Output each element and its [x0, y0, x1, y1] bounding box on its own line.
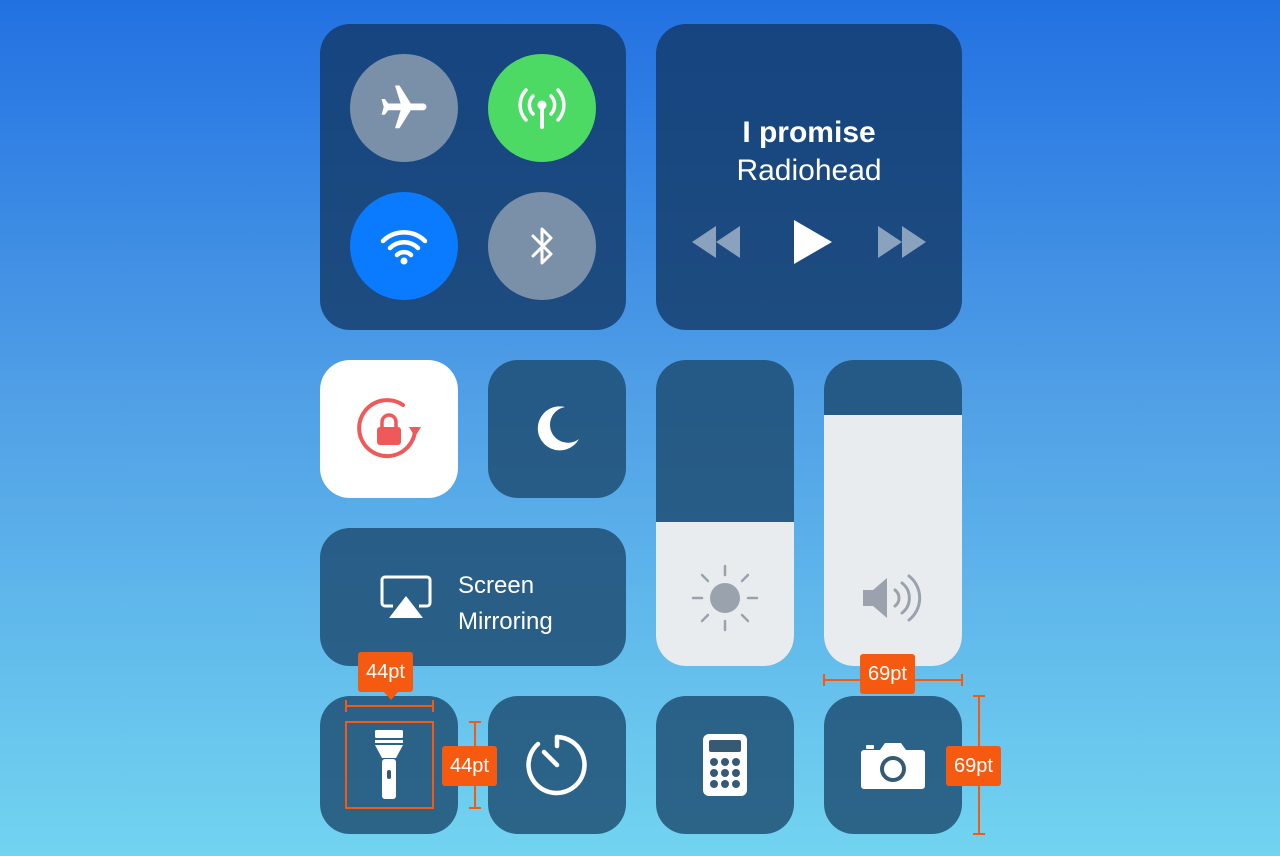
- screen-mirroring-label-line1: Screen: [458, 572, 535, 599]
- play-icon: [794, 220, 832, 264]
- bluetooth-toggle[interactable]: [488, 192, 596, 300]
- screen-mirroring-label-line2: Mirroring: [458, 608, 553, 635]
- volume-level-fill: [824, 415, 962, 666]
- bluetooth-icon: [531, 227, 553, 265]
- now-playing-module[interactable]: I promise Radiohead: [656, 24, 962, 330]
- play-button[interactable]: [784, 216, 840, 268]
- small-height-badge: 44pt: [442, 746, 497, 786]
- moon-icon: [537, 406, 579, 451]
- rewind-button[interactable]: [688, 220, 744, 264]
- song-title: I promise: [742, 116, 876, 149]
- rewind-icon: [692, 226, 740, 258]
- timer-button[interactable]: [488, 696, 626, 834]
- cellular-antenna-icon: [518, 88, 566, 129]
- wifi-icon: [380, 230, 428, 265]
- volume-slider[interactable]: [824, 360, 962, 666]
- connectivity-module: [320, 24, 626, 330]
- calculator-icon: [703, 734, 747, 796]
- screen-mirroring-button[interactable]: Screen Mirroring: [320, 528, 626, 666]
- dimension-annotation-lines: [345, 674, 985, 835]
- fast-forward-button[interactable]: [874, 220, 930, 264]
- rotation-lock-toggle[interactable]: [320, 360, 458, 498]
- airplane-mode-toggle[interactable]: [350, 54, 458, 162]
- flashlight-icon: [375, 730, 403, 799]
- screen-mirroring-label: Screen Mirroring: [458, 568, 553, 640]
- small-width-badge: 44pt: [358, 652, 413, 692]
- camera-icon: [861, 743, 925, 789]
- flashlight-button[interactable]: [320, 696, 458, 834]
- large-width-badge: 69pt: [860, 654, 915, 694]
- do-not-disturb-toggle[interactable]: [488, 360, 626, 498]
- large-height-badge: 69pt: [946, 746, 1001, 786]
- timer-icon: [526, 734, 587, 796]
- speaker-icon: [863, 574, 922, 622]
- brightness-slider[interactable]: [656, 360, 794, 666]
- calculator-button[interactable]: [656, 696, 794, 834]
- fast-forward-icon: [878, 226, 926, 258]
- rotation-lock-icon: [357, 398, 421, 459]
- sun-icon: [691, 564, 759, 632]
- camera-button[interactable]: [824, 696, 962, 834]
- wifi-toggle[interactable]: [350, 192, 458, 300]
- airplay-icon: [380, 575, 432, 618]
- artist-name: Radiohead: [736, 154, 882, 187]
- cellular-data-toggle[interactable]: [488, 54, 596, 162]
- airplane-icon: [381, 85, 427, 129]
